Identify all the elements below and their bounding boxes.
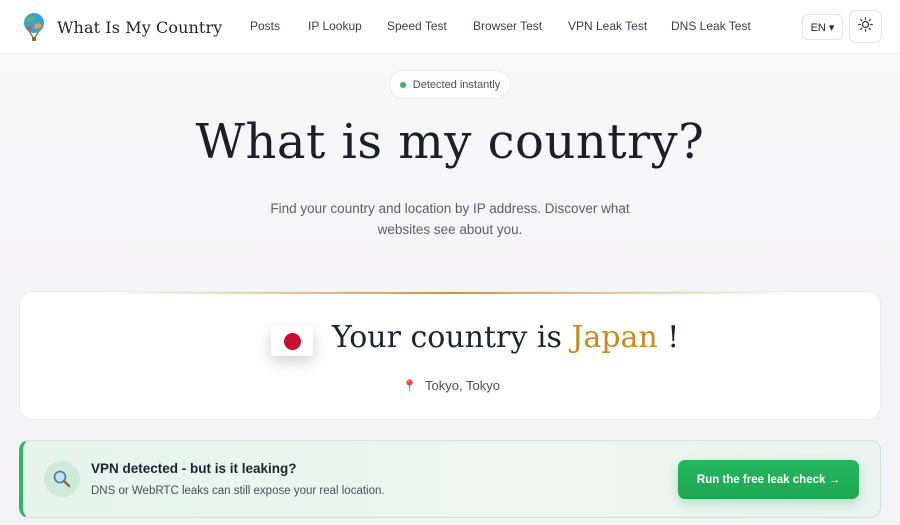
location-pin-icon: 📍 [402, 379, 418, 393]
country-name: Japan [571, 320, 658, 355]
site-header: What Is My Country Posts IP Lookup Speed… [0, 0, 900, 54]
theme-toggle-button[interactable] [849, 10, 882, 43]
detected-badge: Detected instantly [389, 70, 511, 99]
badge-label: Detected instantly [412, 78, 501, 91]
nav-browser-test[interactable]: Browser Test [473, 19, 542, 33]
vpn-banner-title: VPN detected - but is it leaking? [91, 461, 297, 476]
language-selector[interactable]: EN ▾ [802, 14, 843, 40]
brand-link[interactable]: What Is My Country [22, 12, 222, 42]
nav-dns-leak-test[interactable]: DNS Leak Test [671, 19, 751, 33]
magnifier-icon [44, 461, 80, 497]
country-prefix: Your country is [332, 320, 562, 355]
location-text: Tokyo, Tokyo [425, 378, 500, 393]
country-result-card: Your country is Japan ! 📍 Tokyo, Tokyo [19, 291, 881, 420]
nav-vpn-leak-test[interactable]: VPN Leak Test [568, 19, 647, 33]
nav-posts[interactable]: Posts [250, 19, 280, 33]
nav-ip-lookup[interactable]: IP Lookup [308, 19, 362, 33]
run-leak-check-button[interactable]: Run the free leak check → [678, 460, 859, 499]
brand-name: What Is My Country [57, 17, 223, 37]
vpn-banner-description: DNS or WebRTC leaks can still expose you… [91, 485, 385, 497]
country-suffix: ! [667, 320, 680, 355]
location-line: 📍 Tokyo, Tokyo [20, 378, 880, 393]
sun-icon [858, 16, 873, 37]
card-accent-line [100, 292, 800, 294]
nav-speed-test[interactable]: Speed Test [387, 19, 447, 33]
page-title: What is my country? [195, 114, 705, 170]
japan-flag-icon [271, 326, 313, 356]
country-heading: Your country is Japan ! [332, 320, 679, 355]
status-dot-icon [399, 81, 406, 88]
page-subtitle: Find your country and location by IP add… [270, 201, 630, 237]
vpn-warning-banner: VPN detected - but is it leaking? DNS or… [19, 440, 881, 518]
globe-balloon-logo-icon [22, 12, 46, 42]
